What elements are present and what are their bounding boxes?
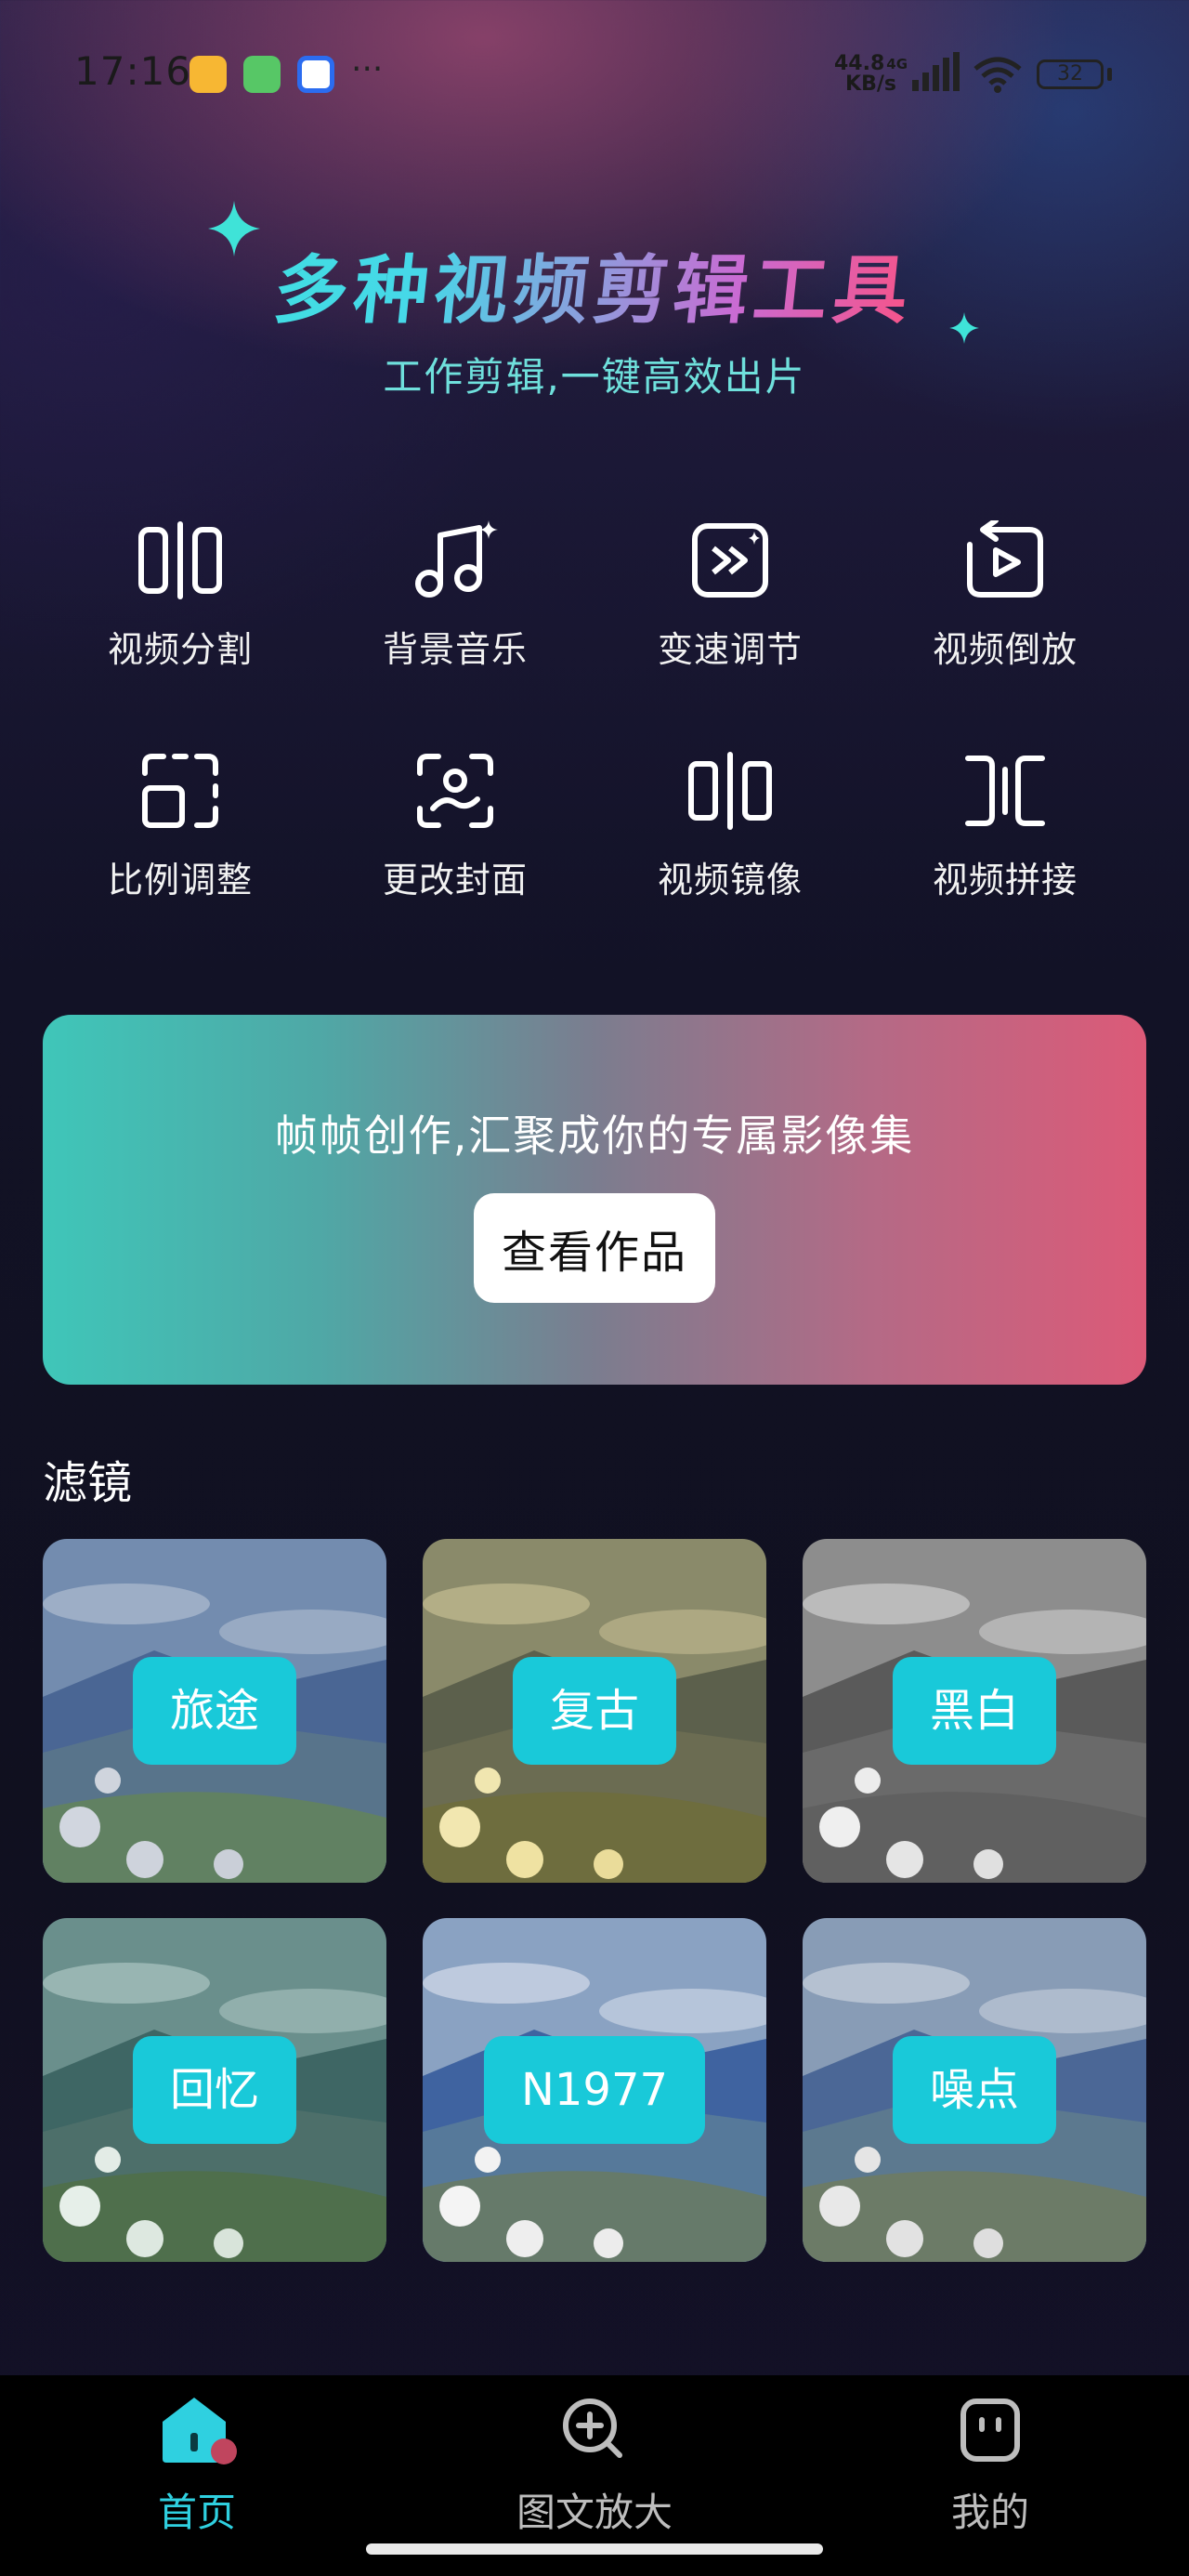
join-icon	[965, 756, 1045, 826]
promo-banner: 帧帧创作,汇聚成你的专属影像集 查看作品	[43, 1015, 1146, 1385]
filters-section-title: 滤镜	[43, 1457, 133, 1509]
music-icon	[415, 520, 498, 598]
browser-app-icon	[297, 56, 334, 93]
filter-label: 黑白	[892, 1657, 1057, 1765]
tool-label: 背景音乐	[382, 629, 528, 670]
tool-label: 变速调节	[657, 629, 803, 670]
crop-ratio-icon	[142, 754, 218, 828]
home-indicator[interactable]	[366, 2543, 823, 2555]
tool-speed-adjust[interactable]: 变速调节	[619, 520, 842, 706]
nav-item-image-enlarge[interactable]: 图文放大	[455, 2394, 734, 2543]
banner-text: 帧帧创作,汇聚成你的专属影像集	[274, 1111, 915, 1161]
filter-label: 复古	[512, 1657, 677, 1765]
filter-label: 旅途	[132, 1657, 297, 1765]
network-type: 4G	[886, 56, 908, 72]
filter-label: 噪点	[892, 2036, 1057, 2144]
nav-label: 图文放大	[516, 2490, 673, 2535]
tool-label: 视频倒放	[932, 629, 1078, 670]
hero-subtitle: 工作剪辑,一键高效出片	[383, 354, 806, 400]
tool-video-join[interactable]: 视频拼接	[894, 751, 1117, 937]
filter-label: N1977	[483, 2036, 706, 2144]
battery-icon: 32	[1037, 59, 1104, 89]
status-bar: 17:16 ··· 44.8 4G KB/s 32	[0, 0, 1189, 149]
more-notifications-icon: ···	[351, 50, 384, 88]
profile-icon	[960, 2399, 1020, 2462]
nav-label: 首页	[157, 2490, 236, 2535]
filter-card-black-white[interactable]: 黑白	[803, 1539, 1146, 1883]
home-icon	[163, 2398, 237, 2464]
tool-label: 视频拼接	[932, 860, 1078, 900]
hero-title: 多种视频剪辑工具	[0, 230, 1189, 338]
tool-video-reverse[interactable]: 视频倒放	[894, 520, 1117, 706]
tool-label: 更改封面	[382, 860, 528, 900]
tool-label: 视频分割	[107, 629, 253, 670]
view-works-button[interactable]: 查看作品	[474, 1193, 715, 1303]
filter-card-journey[interactable]: 旅途	[43, 1539, 386, 1883]
tools-app-icon	[243, 56, 281, 93]
speed-icon	[692, 523, 768, 598]
wifi-icon	[973, 57, 1022, 93]
nav-label: 我的	[950, 2490, 1029, 2535]
tool-label: 视频镜像	[657, 860, 803, 900]
notes-app-icon	[189, 56, 227, 93]
filter-card-retro[interactable]: 复古	[423, 1539, 766, 1883]
tool-ratio-adjust[interactable]: 比例调整	[69, 751, 292, 937]
net-speed: 44.8 4G KB/s	[834, 52, 908, 96]
filter-card-n1977[interactable]: N1977	[423, 1918, 766, 2262]
cover-icon	[417, 754, 493, 828]
signal-icon	[912, 52, 960, 91]
status-time: 17:16	[74, 48, 192, 94]
filter-label: 回忆	[132, 2036, 297, 2144]
reverse-icon	[967, 520, 1043, 598]
tool-video-mirror[interactable]: 视频镜像	[619, 751, 842, 937]
nav-item-profile[interactable]: 我的	[851, 2394, 1130, 2543]
tool-change-cover[interactable]: 更改封面	[344, 751, 567, 937]
nav-item-home[interactable]: 首页	[58, 2394, 336, 2543]
zoom-in-icon	[563, 2399, 622, 2458]
battery-tip	[1107, 68, 1112, 81]
filter-card-memory[interactable]: 回忆	[43, 1918, 386, 2262]
tool-video-split[interactable]: 视频分割	[69, 520, 292, 706]
tool-label: 比例调整	[107, 860, 253, 900]
filter-card-noise[interactable]: 噪点	[803, 1918, 1146, 2262]
mirror-icon	[688, 752, 772, 830]
split-icon	[138, 521, 222, 599]
tool-background-music[interactable]: 背景音乐	[344, 520, 567, 706]
